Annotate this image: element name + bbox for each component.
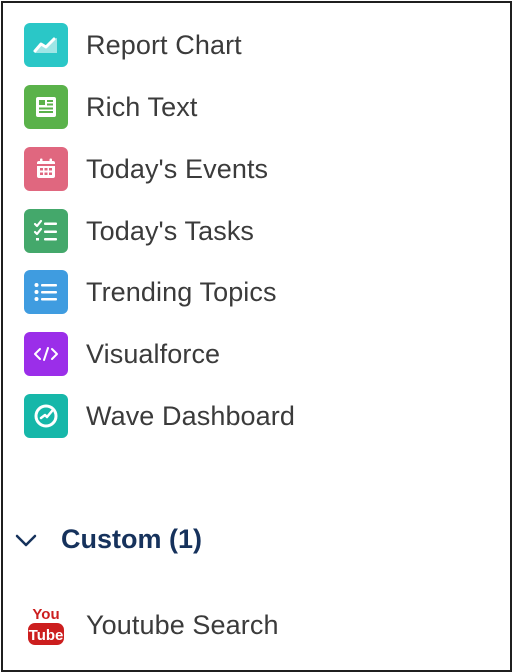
section-title: Custom (1)	[61, 523, 202, 554]
list-item-youtube-search[interactable]: You Tube Youtube Search	[3, 600, 510, 650]
youtube-icon: You Tube	[26, 601, 66, 649]
code-icon	[24, 332, 68, 376]
custom-section-header[interactable]: Custom (1)	[3, 517, 510, 561]
list-item-label: Report Chart	[86, 29, 242, 60]
list-item-label: Trending Topics	[86, 276, 277, 307]
list-item-todays-tasks[interactable]: Today's Tasks	[3, 206, 510, 256]
list-icon	[24, 270, 68, 314]
chevron-down-icon	[15, 534, 37, 547]
list-item-label: Youtube Search	[86, 609, 279, 640]
svg-text:Tube: Tube	[29, 627, 64, 644]
list-item-label: Today's Tasks	[86, 215, 255, 246]
list-item-label: Visualforce	[86, 338, 221, 369]
svg-text:You: You	[32, 606, 59, 623]
list-item-visualforce[interactable]: Visualforce	[3, 329, 510, 379]
list-item-trending-topics[interactable]: Trending Topics	[3, 267, 510, 317]
list-item-label: Rich Text	[86, 91, 198, 122]
list-item-label: Wave Dashboard	[86, 400, 296, 431]
list-item-label: Today's Events	[86, 153, 269, 184]
task-list-icon	[24, 209, 68, 253]
document-icon	[24, 85, 68, 129]
list-item-report-chart[interactable]: Report Chart	[3, 20, 510, 70]
line-chart-icon	[24, 23, 68, 67]
list-item-rich-text[interactable]: Rich Text	[3, 82, 510, 132]
component-list-panel: Report Chart Rich Text Today's Events To…	[1, 1, 512, 672]
gauge-icon	[24, 394, 68, 438]
calendar-icon	[24, 147, 68, 191]
list-item-todays-events[interactable]: Today's Events	[3, 144, 510, 194]
list-item-wave-dashboard[interactable]: Wave Dashboard	[3, 391, 510, 441]
